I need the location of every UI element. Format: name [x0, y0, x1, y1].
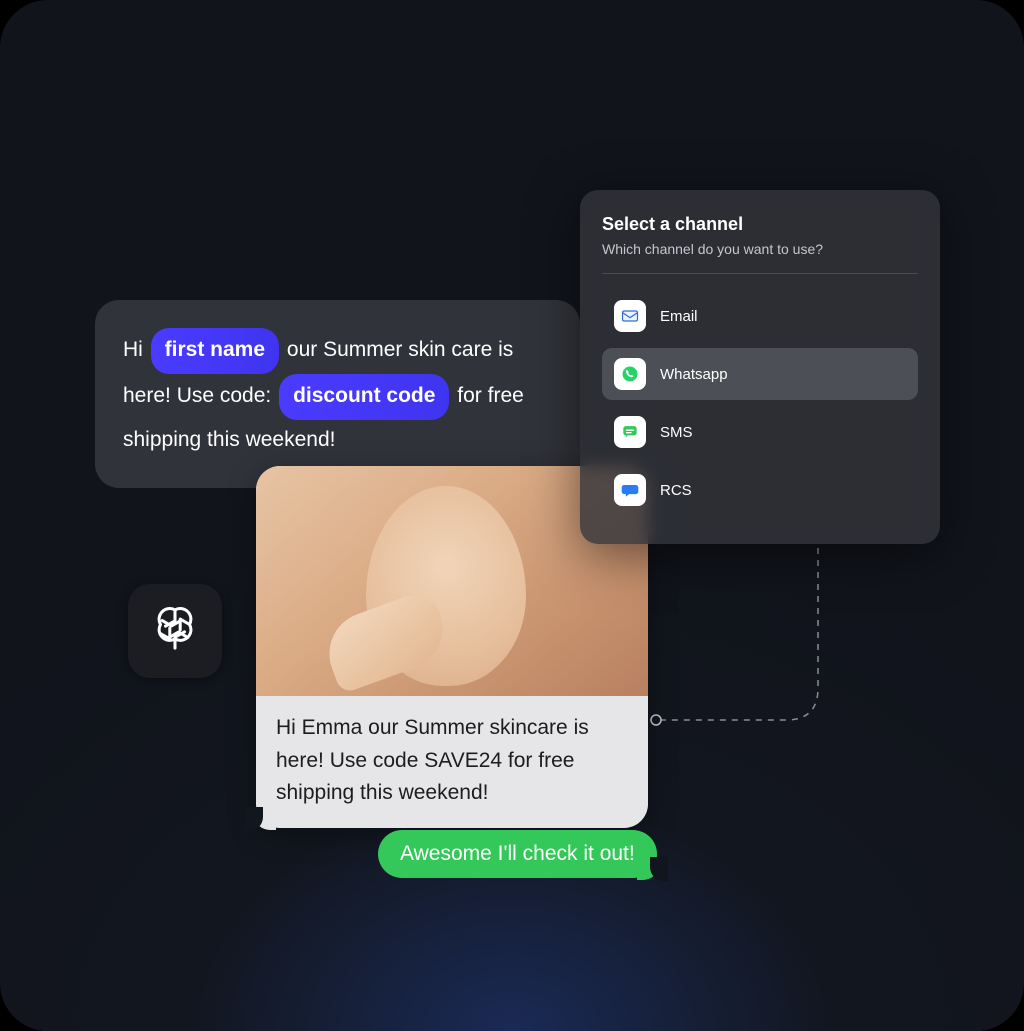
- rcs-icon: [614, 474, 646, 506]
- sms-icon: [614, 416, 646, 448]
- channel-option-rcs[interactable]: RCS: [602, 464, 918, 516]
- bubble-tail: [254, 808, 276, 830]
- channel-label: SMS: [660, 424, 693, 441]
- channel-option-email[interactable]: Email: [602, 290, 918, 342]
- channel-label: Whatsapp: [660, 366, 728, 383]
- ai-provider-badge: [128, 584, 222, 678]
- channel-label: RCS: [660, 482, 692, 499]
- panel-title: Select a channel: [602, 214, 918, 235]
- channel-label: Email: [660, 308, 698, 325]
- email-icon: [614, 300, 646, 332]
- message-caption: Hi Emma our Summer skincare is here! Use…: [256, 696, 648, 828]
- message-template-card: Hi first name our Summer skin care is he…: [95, 300, 580, 488]
- template-text: Hi: [123, 338, 149, 361]
- openai-icon: [149, 603, 201, 660]
- reply-text: Awesome I'll check it out!: [400, 842, 635, 865]
- panel-subtitle: Which channel do you want to use?: [602, 241, 918, 274]
- whatsapp-icon: [614, 358, 646, 390]
- channel-option-whatsapp[interactable]: Whatsapp: [602, 348, 918, 400]
- channel-option-sms[interactable]: SMS: [602, 406, 918, 458]
- merge-field-discount-code[interactable]: discount code: [279, 374, 449, 420]
- channel-selector-panel: Select a channel Which channel do you wa…: [580, 190, 940, 544]
- merge-field-first-name[interactable]: first name: [151, 328, 279, 374]
- canvas: Hi first name our Summer skin care is he…: [0, 0, 1024, 1031]
- bubble-tail: [637, 858, 659, 880]
- connector-line: [648, 548, 868, 738]
- reply-bubble: Awesome I'll check it out!: [378, 830, 657, 878]
